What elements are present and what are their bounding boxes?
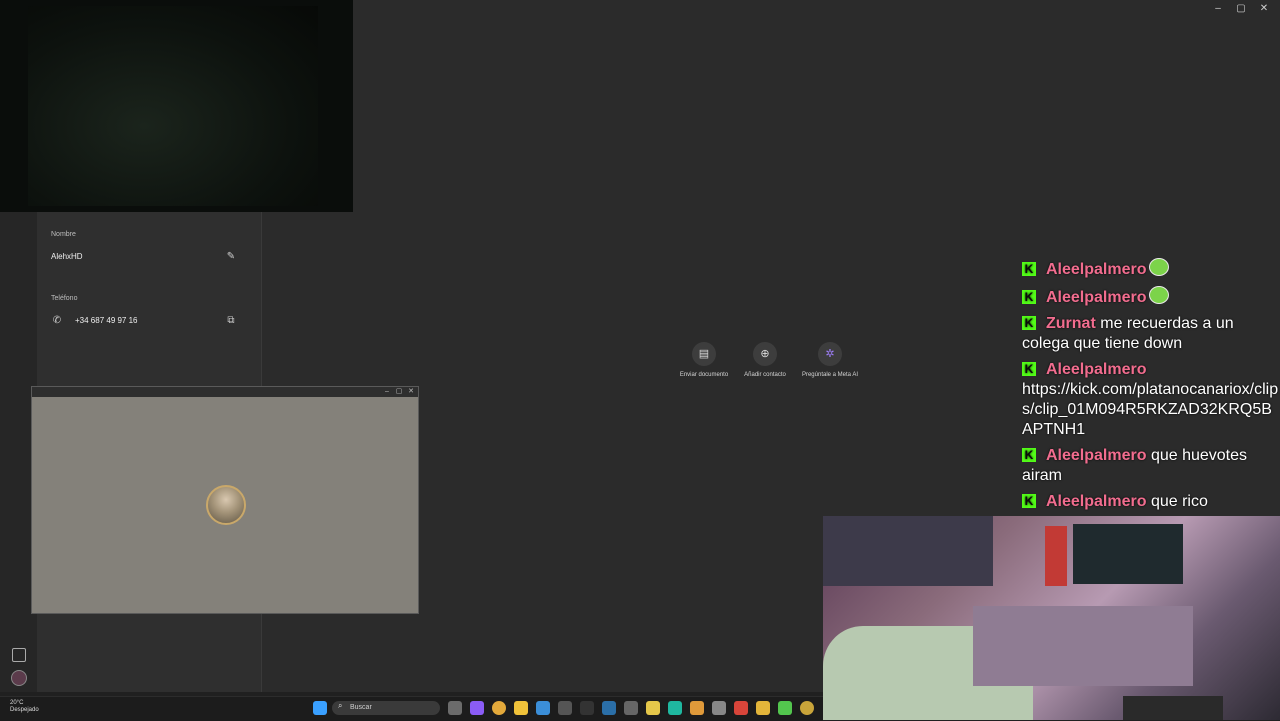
app-icon[interactable]: [580, 701, 594, 715]
meta-ai-icon: ✲: [818, 342, 842, 366]
app-icon[interactable]: [668, 701, 682, 715]
chat-username: Aleelpalmero: [1046, 289, 1147, 306]
settings-icon[interactable]: [624, 701, 638, 715]
chat-username: Zurnat: [1046, 315, 1096, 332]
call-close-button[interactable]: ✕: [405, 387, 417, 397]
video-overlay: [0, 0, 353, 212]
steam-icon[interactable]: [602, 701, 616, 715]
meta-ai-label: Pregúntale a Meta AI: [801, 372, 859, 378]
windows-start-icon[interactable]: [313, 701, 327, 715]
caller-avatar: [206, 485, 246, 525]
name-label: Nombre: [51, 231, 76, 238]
streamer: [1045, 526, 1067, 586]
whatsapp-icon[interactable]: [778, 701, 792, 715]
send-document-label: Enviar documento: [679, 372, 729, 378]
add-contact-label: Añadir contacto: [744, 372, 786, 378]
monitor: [1073, 524, 1183, 584]
chat-username: Aleelpalmero: [1046, 493, 1147, 510]
send-document-action[interactable]: ▤ Enviar documento: [674, 342, 734, 378]
chat-message: K Aleelpalmero: [1022, 286, 1280, 308]
dark-video-frame: [28, 6, 318, 206]
kick-badge-icon: K: [1022, 494, 1036, 508]
app-icon[interactable]: [756, 701, 770, 715]
weather-text: Despejado: [10, 707, 39, 713]
maximize-button[interactable]: ▢: [1231, 2, 1251, 16]
add-contact-icon: ⊕: [753, 342, 777, 366]
call-minimize-button[interactable]: –: [381, 387, 393, 397]
call-window-titlebar: – ▢ ✕: [32, 387, 418, 397]
app-icon[interactable]: [536, 701, 550, 715]
kick-badge-icon: K: [1022, 448, 1036, 462]
emote-icon: [1149, 258, 1170, 276]
edit-pencil-icon[interactable]: ✎: [224, 250, 238, 264]
chat-message: K Aleelpalmero que huevotes airam: [1022, 446, 1280, 486]
app-icon[interactable]: [734, 701, 748, 715]
keyboard: [1123, 696, 1223, 720]
chat-link[interactable]: https://kick.com/platanocanariox/clips/c…: [1022, 381, 1278, 438]
add-contact-action[interactable]: ⊕ Añadir contacto: [735, 342, 795, 378]
document-icon: ▤: [692, 342, 716, 366]
app-icon[interactable]: [470, 701, 484, 715]
kick-badge-icon: K: [1022, 290, 1036, 304]
call-window: – ▢ ✕: [31, 386, 419, 614]
app-icon[interactable]: [712, 701, 726, 715]
wall-poster: [823, 516, 993, 586]
taskbar: 20°C Despejado Buscar ⌕: [0, 696, 823, 721]
media-icon[interactable]: [12, 648, 26, 662]
bed: [973, 606, 1193, 686]
close-button[interactable]: ✕: [1254, 2, 1274, 16]
kick-badge-icon: K: [1022, 262, 1036, 276]
chat-username: Aleelpalmero: [1046, 361, 1147, 378]
weather-widget[interactable]: 20°C Despejado: [10, 700, 39, 714]
kick-badge-icon: K: [1022, 316, 1036, 330]
app-icon[interactable]: [558, 701, 572, 715]
call-maximize-button[interactable]: ▢: [393, 387, 405, 397]
kick-badge-icon: K: [1022, 362, 1036, 376]
app-icon[interactable]: [800, 701, 814, 715]
search-icon: ⌕: [338, 701, 343, 710]
chat-text: que rico: [1150, 493, 1208, 510]
chat-message: K Aleelpalmero que rico: [1022, 492, 1280, 512]
app-icon[interactable]: [646, 701, 660, 715]
meta-ai-action[interactable]: ✲ Pregúntale a Meta AI: [800, 342, 860, 378]
temperature: 20°C: [10, 700, 24, 706]
emote-icon: [1149, 286, 1170, 304]
chat-username: Aleelpalmero: [1046, 261, 1147, 278]
chat-message: K Zurnat me recuerdas a un colega que tie…: [1022, 314, 1280, 354]
phone-icon: ✆: [52, 315, 62, 326]
task-view-icon[interactable]: [448, 701, 462, 715]
name-value: AlehxHD: [51, 252, 83, 261]
webcam-feed: [823, 516, 1280, 720]
chat-message: K Aleelpalmero: [1022, 258, 1280, 280]
copy-icon[interactable]: ⧉: [224, 314, 238, 328]
taskbar-search[interactable]: Buscar: [332, 701, 440, 715]
chat-message: K Aleelpalmero https://kick.com/platanocan…: [1022, 360, 1280, 440]
stream-chat: K Aleelpalmero K Aleelpalmero K Zurnat me r…: [1022, 258, 1280, 516]
minimize-button[interactable]: –: [1208, 2, 1228, 16]
chat-username: Aleelpalmero: [1046, 447, 1147, 464]
phone-label: Teléfono: [51, 295, 78, 302]
profile-avatar[interactable]: [11, 670, 27, 686]
chrome-icon[interactable]: [492, 701, 506, 715]
file-explorer-icon[interactable]: [514, 701, 528, 715]
phone-value: +34 687 49 97 16: [75, 316, 138, 325]
app-icon[interactable]: [690, 701, 704, 715]
